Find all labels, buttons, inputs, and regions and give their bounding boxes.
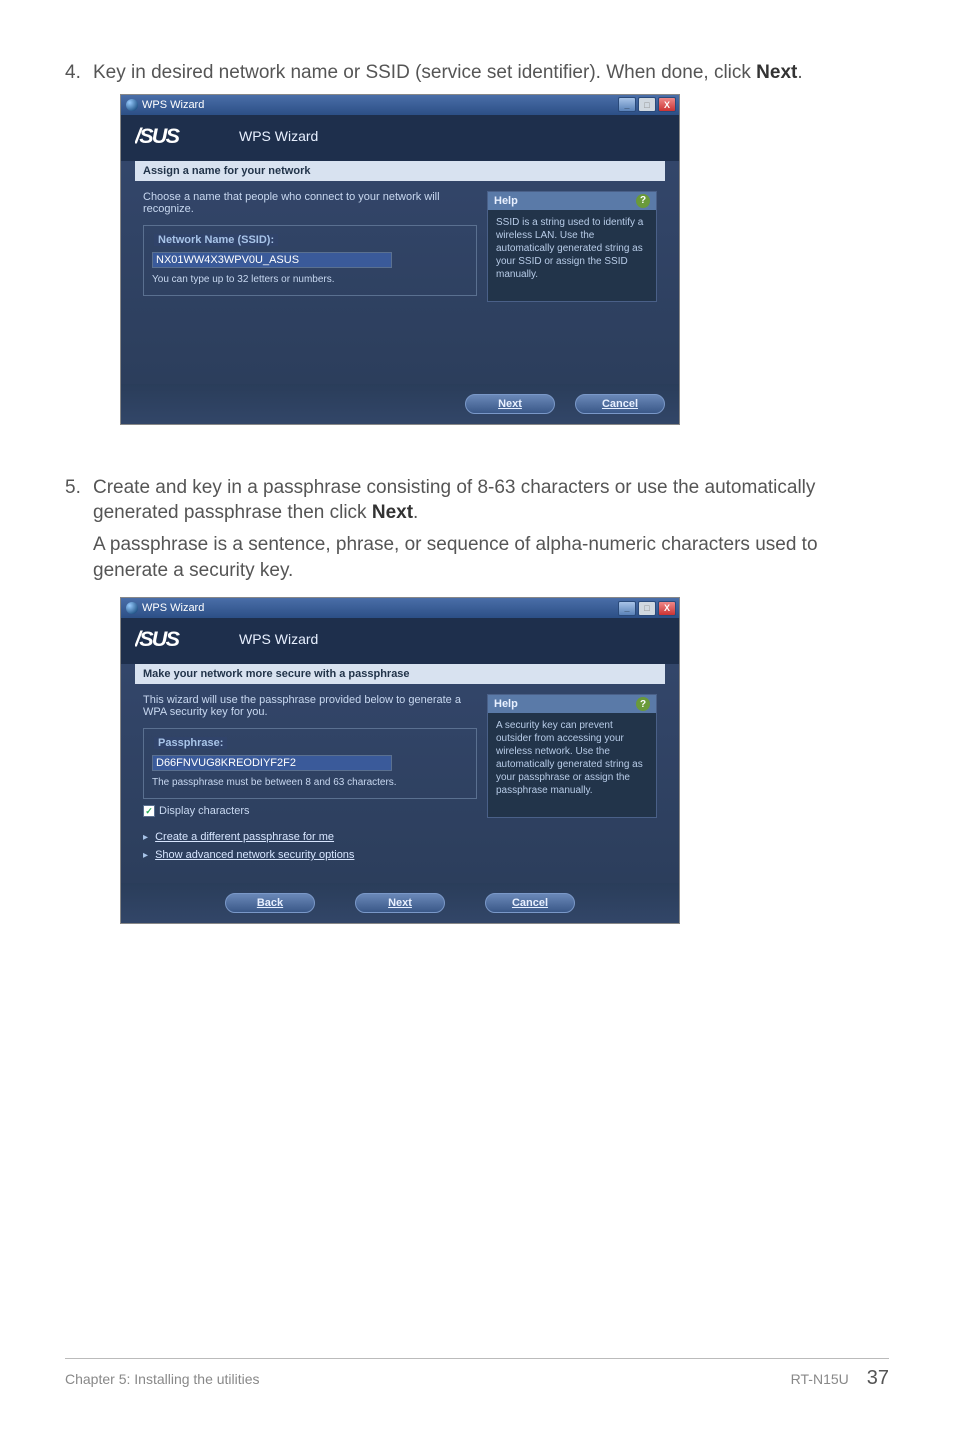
button-bar: Back Next Cancel	[121, 883, 679, 923]
help-title: Help	[494, 195, 518, 207]
ssid-fieldset: Network Name (SSID): You can type up to …	[143, 225, 477, 296]
passphrase-fieldset: Passphrase: The passphrase must be betwe…	[143, 728, 477, 799]
brand-title: WPS Wizard	[239, 128, 318, 144]
footer-model: RT-N15U	[791, 1371, 849, 1387]
link-row-1: ▸ Create a different passphrase for me	[143, 831, 477, 843]
ssid-legend: Network Name (SSID):	[154, 234, 278, 246]
titlebar[interactable]: WPS Wizard _ □ X	[121, 598, 679, 618]
link-row-2: ▸ Show advanced network security options	[143, 849, 477, 861]
step-4-number: 4.	[65, 60, 93, 86]
step-4: 4. Key in desired network name or SSID (…	[65, 60, 889, 86]
display-characters-checkbox[interactable]: ✓	[143, 805, 155, 817]
titlebar-text: WPS Wizard	[142, 99, 204, 111]
section-heading: Assign a name for your network	[135, 161, 665, 181]
close-button[interactable]: X	[658, 601, 676, 616]
ssid-hint: You can type up to 32 letters or numbers…	[152, 274, 468, 285]
step-5: 5. Create and key in a passphrase consis…	[65, 475, 889, 526]
brand-title: WPS Wizard	[239, 631, 318, 647]
step-5-bold: Next	[372, 502, 413, 523]
help-icon: ?	[636, 194, 650, 208]
help-body: SSID is a string used to identify a wire…	[488, 210, 656, 301]
brand-bar: /SUS WPS Wizard	[121, 115, 679, 161]
help-body: A security key can prevent outsider from…	[488, 713, 656, 817]
arrow-icon: ▸	[143, 832, 148, 843]
help-icon: ?	[636, 697, 650, 711]
arrow-icon: ▸	[143, 850, 148, 861]
passphrase-legend: Passphrase:	[154, 737, 227, 749]
step-4-body: Key in desired network name or SSID (ser…	[93, 60, 889, 86]
svg-text:/SUS: /SUS	[135, 125, 181, 147]
help-box: Help ? A security key can prevent outsid…	[487, 694, 657, 818]
titlebar[interactable]: WPS Wizard _ □ X	[121, 95, 679, 115]
cancel-button[interactable]: Cancel	[485, 893, 575, 913]
description: Choose a name that people who connect to…	[143, 191, 477, 215]
page-footer: Chapter 5: Installing the utilities RT-N…	[65, 1358, 889, 1390]
asus-logo: /SUS	[135, 628, 225, 650]
step-4-bold: Next	[756, 62, 797, 83]
brand-bar: /SUS WPS Wizard	[121, 618, 679, 664]
asus-logo: /SUS	[135, 125, 225, 147]
next-button[interactable]: Next	[355, 893, 445, 913]
minimize-button[interactable]: _	[618, 97, 636, 112]
step-5-number: 5.	[65, 475, 93, 526]
create-different-passphrase-link[interactable]: Create a different passphrase for me	[155, 831, 334, 843]
ssid-input[interactable]	[152, 252, 392, 268]
button-bar: Next Cancel	[121, 384, 679, 424]
footer-chapter: Chapter 5: Installing the utilities	[65, 1371, 260, 1387]
display-characters-label: Display characters	[159, 805, 249, 817]
help-title: Help	[494, 698, 518, 710]
step-4-after: .	[797, 62, 802, 83]
back-button[interactable]: Back	[225, 893, 315, 913]
cancel-button[interactable]: Cancel	[575, 394, 665, 414]
advanced-options-link[interactable]: Show advanced network security options	[155, 849, 354, 861]
minimize-button[interactable]: _	[618, 601, 636, 616]
maximize-button: □	[638, 601, 656, 616]
svg-text:/SUS: /SUS	[135, 628, 181, 650]
maximize-button: □	[638, 97, 656, 112]
step-5-cont: A passphrase is a sentence, phrase, or s…	[93, 532, 889, 583]
close-button[interactable]: X	[658, 97, 676, 112]
help-box: Help ? SSID is a string used to identify…	[487, 191, 657, 302]
passphrase-hint: The passphrase must be between 8 and 63 …	[152, 777, 468, 788]
wps-dialog-2: WPS Wizard _ □ X /SUS WPS Wizard Make yo…	[120, 597, 680, 924]
step-5-text: Create and key in a passphrase consistin…	[93, 477, 815, 524]
section-heading: Make your network more secure with a pas…	[135, 664, 665, 684]
footer-page: 37	[867, 1367, 889, 1390]
passphrase-input[interactable]	[152, 755, 392, 771]
step-5-after: .	[413, 502, 418, 523]
step-5-body: Create and key in a passphrase consistin…	[93, 475, 889, 526]
titlebar-text: WPS Wizard	[142, 602, 204, 614]
wps-dialog-1: WPS Wizard _ □ X /SUS WPS Wizard Assign …	[120, 94, 680, 425]
step-4-text: Key in desired network name or SSID (ser…	[93, 62, 756, 83]
description: This wizard will use the passphrase prov…	[143, 694, 477, 718]
globe-icon	[126, 99, 138, 111]
globe-icon	[126, 602, 138, 614]
next-button[interactable]: Next	[465, 394, 555, 414]
